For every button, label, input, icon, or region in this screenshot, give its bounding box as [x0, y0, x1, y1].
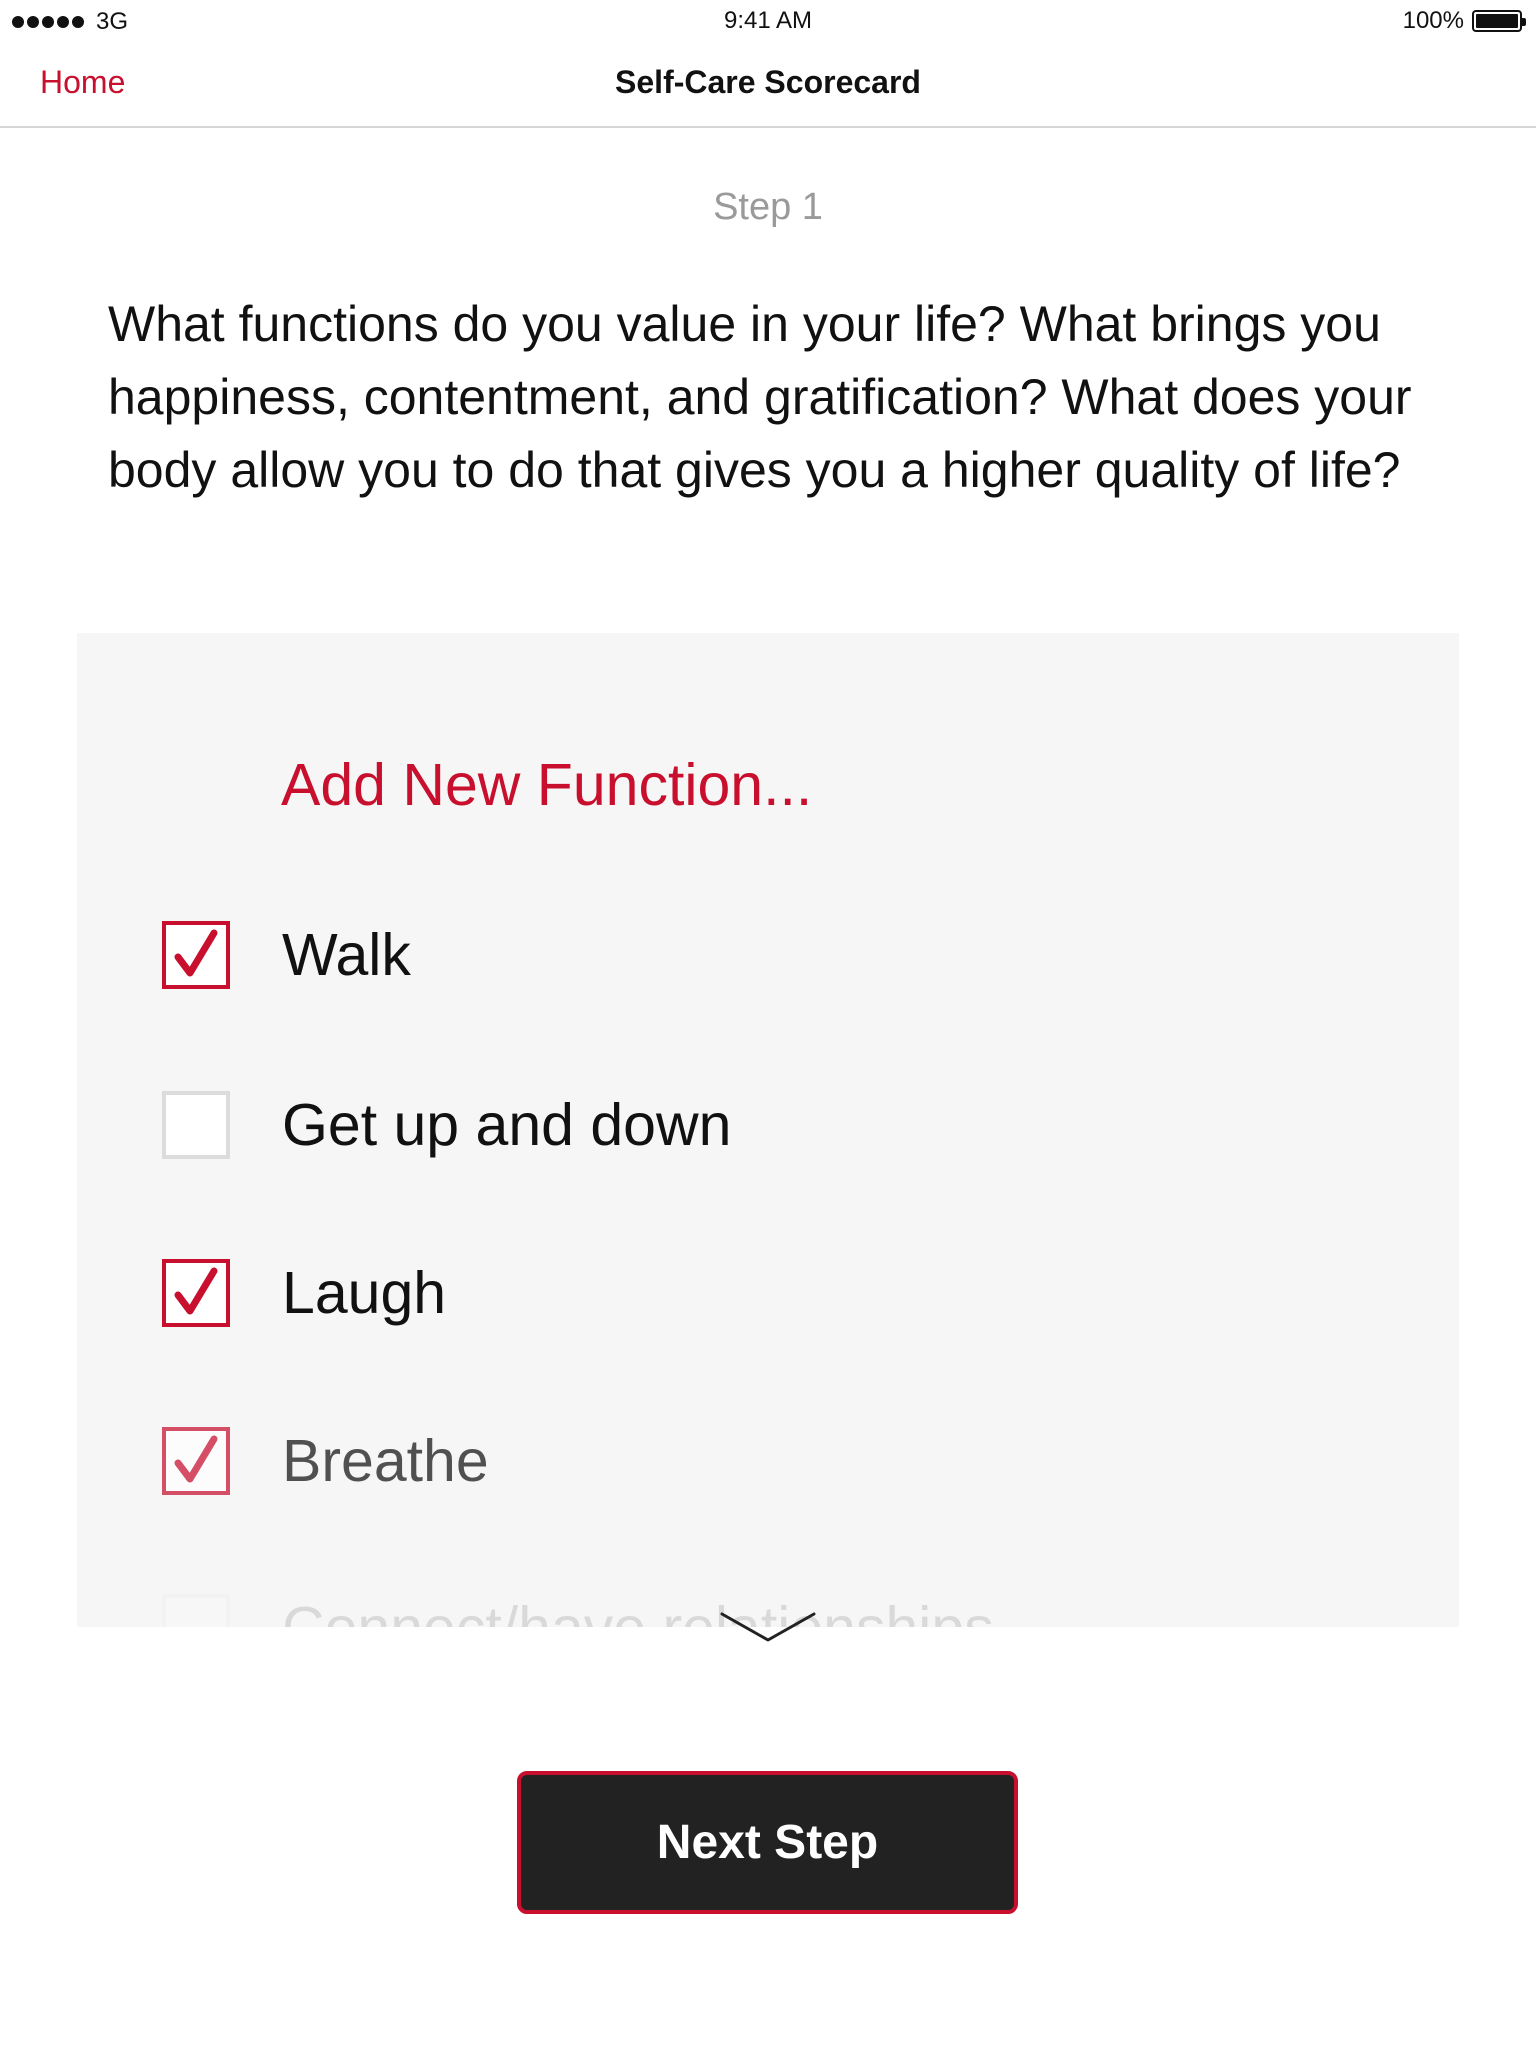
list-item-label: Get up and down: [282, 1092, 732, 1158]
list-item-label: Laugh: [282, 1260, 447, 1326]
checkmark-icon: [174, 1435, 218, 1483]
checkmark-icon: [174, 1267, 218, 1315]
list-item[interactable]: Breathe: [162, 1426, 489, 1496]
list-item-label: Breathe: [282, 1428, 489, 1494]
list-item[interactable]: Connect/have relationships: [162, 1593, 994, 1627]
next-step-button[interactable]: Next Step: [517, 1771, 1018, 1914]
list-item[interactable]: Get up and down: [162, 1090, 731, 1160]
status-time: 9:41 AM: [723, 7, 813, 34]
chevron-down-icon[interactable]: [718, 1608, 818, 1648]
status-right: 100%: [1402, 7, 1526, 35]
checkmark-icon: [174, 929, 218, 977]
checkbox[interactable]: [162, 1091, 230, 1159]
functions-list[interactable]: Add New Function... Walk Get up and down…: [77, 633, 1459, 1627]
page-title: Self-Care Scorecard: [615, 64, 921, 100]
list-item-label: Walk: [282, 922, 411, 988]
add-new-function-button[interactable]: Add New Function...: [281, 751, 812, 819]
checkbox[interactable]: [162, 1427, 230, 1495]
checkbox[interactable]: [162, 921, 230, 989]
list-item-label: Connect/have relationships: [282, 1594, 994, 1627]
checkbox[interactable]: [162, 1594, 230, 1627]
status-bar: 3G 9:41 AM 100%: [0, 0, 1536, 40]
step-question: What functions do you value in your life…: [108, 296, 1412, 498]
list-item[interactable]: Walk: [162, 920, 411, 990]
list-item[interactable]: Laugh: [162, 1258, 446, 1328]
battery-icon: [1472, 10, 1526, 32]
battery-level: [1476, 14, 1518, 28]
checkbox[interactable]: [162, 1259, 230, 1327]
battery-percent: 100%: [1402, 7, 1464, 34]
navigation-bar: Home Self-Care Scorecard: [0, 40, 1536, 128]
step-label: Step 1: [713, 186, 823, 228]
